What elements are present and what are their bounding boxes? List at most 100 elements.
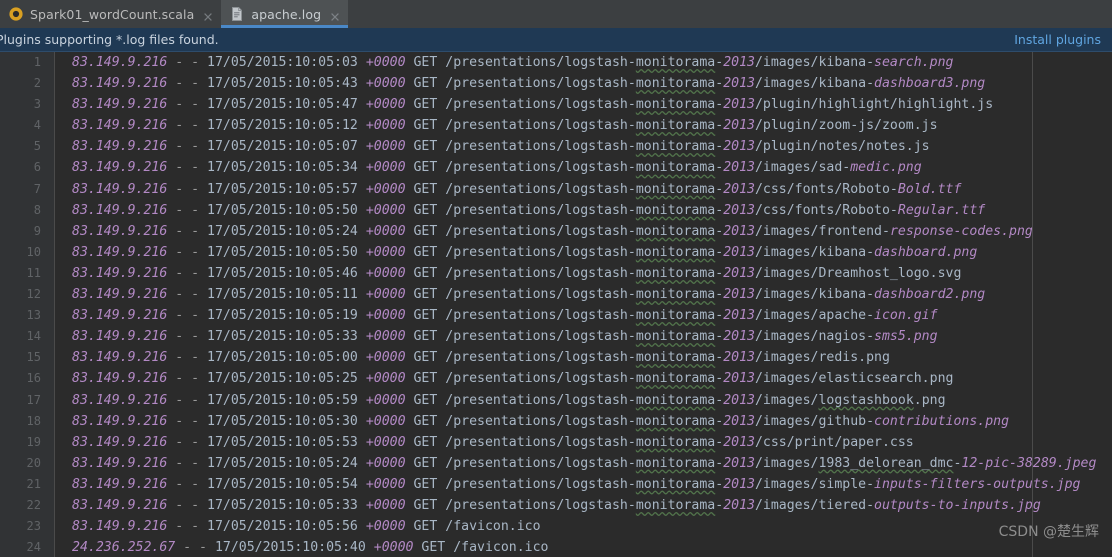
log-token-typo: monitorama (635, 497, 716, 513)
log-token-plain (199, 477, 207, 492)
log-line[interactable]: 83.149.9.216 - - 17/05/2015:10:05:11 +00… (55, 284, 1112, 305)
install-plugins-link[interactable]: Install plugins (1014, 32, 1101, 47)
log-line[interactable]: 83.149.9.216 - - 17/05/2015:10:05:57 +00… (55, 179, 1112, 200)
log-line[interactable]: 83.149.9.216 - - 17/05/2015:10:05:34 +00… (55, 157, 1112, 178)
log-line[interactable]: 83.149.9.216 - - 17/05/2015:10:05:53 +00… (55, 432, 1112, 453)
log-token-verb: GET (413, 434, 438, 450)
log-token-tz: +0000 (365, 223, 406, 239)
line-number[interactable]: 16 (0, 368, 54, 389)
log-line[interactable]: 83.149.9.216 - - 17/05/2015:10:05:25 +00… (55, 368, 1112, 389)
editor-pane[interactable]: 1 2 3 4 5 6 7 8 9 10 11 12 13 14 15 16 17 18 19 20 21 22 23 24 … (0, 52, 1112, 557)
log-line[interactable]: 83.149.9.216 - - 17/05/2015:10:05:33 +00… (55, 495, 1112, 516)
line-number[interactable]: 13 (0, 305, 54, 326)
line-number[interactable]: 5 (0, 136, 54, 157)
log-token-dash: - - (175, 371, 200, 387)
log-token-verb: GET (413, 287, 438, 303)
log-line[interactable]: 83.149.9.216 - - 17/05/2015:10:05:07 +00… (55, 136, 1112, 157)
log-token-path: /images/nagios- (754, 329, 875, 345)
log-token-verb: GET (413, 223, 438, 239)
log-token-path: /presentations/logstash- (445, 55, 636, 70)
log-token-plain (175, 540, 183, 555)
line-number[interactable]: 14 (0, 326, 54, 347)
close-icon[interactable] (202, 8, 214, 21)
line-number[interactable]: 15 (0, 347, 54, 368)
editor-tab-label: Spark01_wordCount.scala (30, 6, 195, 22)
log-line[interactable]: 83.149.9.216 - - 17/05/2015:10:05:46 +00… (55, 263, 1112, 284)
close-icon[interactable] (329, 8, 341, 21)
log-line[interactable]: 83.149.9.216 - - 17/05/2015:10:05:00 +00… (55, 347, 1112, 368)
log-token-dash: - - (175, 329, 200, 345)
log-token-typo: 1983_delorean_dmc (818, 455, 954, 471)
line-number[interactable]: 3 (0, 94, 54, 115)
line-number[interactable]: 10 (0, 242, 54, 263)
line-number[interactable]: 17 (0, 390, 54, 411)
log-token-ts: 17/05/2015:10:05:46 (207, 265, 358, 281)
log-line[interactable]: 83.149.9.216 - - 17/05/2015:10:05:24 +00… (55, 221, 1112, 242)
log-token-verb: GET (413, 308, 438, 324)
line-number[interactable]: 8 (0, 200, 54, 221)
line-number[interactable]: 2 (0, 73, 54, 94)
log-token-path: /images/kibana- (754, 76, 875, 92)
log-line[interactable]: 83.149.9.216 - - 17/05/2015:10:05:30 +00… (55, 411, 1112, 432)
line-number[interactable]: 6 (0, 157, 54, 178)
log-line[interactable]: 83.149.9.216 - - 17/05/2015:10:05:56 +00… (55, 516, 1112, 537)
log-token-plain (358, 118, 366, 133)
log-line[interactable]: 83.149.9.216 - - 17/05/2015:10:05:03 +00… (55, 52, 1112, 73)
log-token-dash: - - (175, 476, 200, 492)
log-token-plain (199, 414, 207, 429)
line-number[interactable]: 21 (0, 474, 54, 495)
log-token-ip: 83.149.9.216 (72, 497, 168, 513)
log-line[interactable]: 83.149.9.216 - - 17/05/2015:10:05:50 +00… (55, 242, 1112, 263)
log-line[interactable]: 83.149.9.216 - - 17/05/2015:10:05:24 +00… (55, 453, 1112, 474)
editor-tab-active-1[interactable]: apache.log (221, 0, 349, 28)
log-token-plain (199, 203, 207, 218)
log-line[interactable]: 83.149.9.216 - - 17/05/2015:10:05:47 +00… (55, 94, 1112, 115)
log-token-verb: GET (413, 97, 438, 113)
log-line[interactable]: 83.149.9.216 - - 17/05/2015:10:05:59 +00… (55, 390, 1112, 411)
log-token-ip: 83.149.9.216 (72, 223, 168, 239)
line-number[interactable]: 4 (0, 115, 54, 136)
log-token-path: - (715, 55, 724, 70)
log-token-dash: - - (175, 434, 200, 450)
line-number[interactable]: 9 (0, 221, 54, 242)
log-token-ts: 17/05/2015:10:05:43 (207, 76, 358, 92)
line-number-gutter[interactable]: 1 2 3 4 5 6 7 8 9 10 11 12 13 14 15 16 17 18 19 20 21 22 23 24 (0, 52, 55, 557)
log-line[interactable]: 83.149.9.216 - - 17/05/2015:10:05:33 +00… (55, 326, 1112, 347)
log-token-typo: monitorama (635, 181, 716, 197)
log-content-area[interactable]: 83.149.9.216 - - 17/05/2015:10:05:03 +00… (55, 52, 1112, 557)
log-token-plain (199, 371, 207, 386)
line-number[interactable]: 23 (0, 516, 54, 537)
log-token-ip: 83.149.9.216 (72, 118, 168, 134)
line-number[interactable]: 7 (0, 179, 54, 200)
line-number[interactable]: 20 (0, 453, 54, 474)
log-token-path: /presentations/logstash- (445, 265, 636, 281)
log-line[interactable]: 83.149.9.216 - - 17/05/2015:10:05:54 +00… (55, 474, 1112, 495)
log-token-path: - (715, 392, 724, 408)
log-line[interactable]: 83.149.9.216 - - 17/05/2015:10:05:50 +00… (55, 200, 1112, 221)
log-token-num: 2013 (723, 244, 755, 260)
line-number[interactable]: 18 (0, 411, 54, 432)
log-token-num: 2013 (723, 202, 755, 218)
line-number[interactable]: 24 (0, 537, 54, 557)
log-token-plain (199, 76, 207, 91)
log-token-plain (199, 519, 207, 534)
log-token-ts: 17/05/2015:10:05:07 (207, 139, 358, 155)
editor-tab-inactive-0[interactable]: Spark01_wordCount.scala (0, 0, 222, 28)
log-token-dash: - - (175, 350, 200, 366)
log-token-plain (199, 350, 207, 365)
line-number[interactable]: 19 (0, 432, 54, 453)
log-line[interactable]: 83.149.9.216 - - 17/05/2015:10:05:43 +00… (55, 73, 1112, 94)
log-token-path: /presentations/logstash- (445, 434, 636, 450)
log-token-dash: - - (175, 202, 200, 218)
line-number[interactable]: 22 (0, 495, 54, 516)
log-token-ts: 17/05/2015:10:05:40 (214, 540, 366, 556)
line-number[interactable]: 12 (0, 284, 54, 305)
log-token-dash: - - (175, 413, 200, 429)
line-number[interactable]: 1 (0, 52, 54, 73)
log-line[interactable]: 24.236.252.67 - - 17/05/2015:10:05:40 +0… (55, 537, 1112, 557)
log-line[interactable]: 83.149.9.216 - - 17/05/2015:10:05:12 +00… (55, 115, 1112, 136)
log-token-ts: 17/05/2015:10:05:24 (207, 455, 358, 471)
line-number[interactable]: 11 (0, 263, 54, 284)
log-line[interactable]: 83.149.9.216 - - 17/05/2015:10:05:19 +00… (55, 305, 1112, 326)
log-token-ip: 83.149.9.216 (72, 139, 168, 155)
